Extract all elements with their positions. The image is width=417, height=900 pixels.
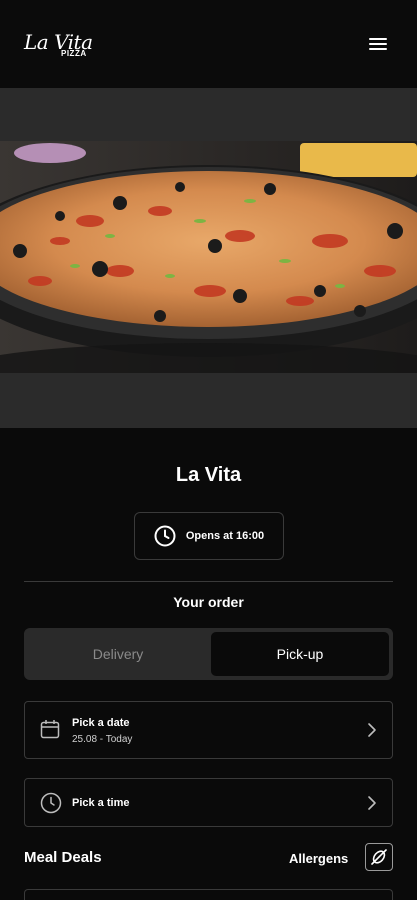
pick-date-label: Pick a date (72, 717, 130, 729)
section-divider (24, 581, 393, 582)
your-order-heading: Your order (173, 594, 244, 610)
calendar-icon (40, 720, 60, 739)
pick-date-value: 25.08 - Today (72, 734, 133, 745)
chevron-right-icon (368, 796, 376, 810)
pick-time-button[interactable]: Pick a time (24, 778, 393, 827)
opening-hours-badge[interactable]: Opens at 16:00 (134, 512, 284, 560)
hero-banner (0, 88, 417, 428)
pick-time-label: Pick a time (72, 797, 130, 809)
pick-date-button[interactable]: Pick a date 25.08 - Today (24, 701, 393, 759)
clock-icon (40, 792, 62, 814)
pizza-photo (0, 141, 417, 373)
la-vita-logo[interactable]: La Vita PIZZA (24, 30, 104, 62)
menu-line (369, 48, 387, 50)
menu-line (369, 38, 387, 40)
logo-sub-text: PIZZA (61, 49, 87, 58)
no-allergens-icon (371, 849, 387, 865)
order-mode-toggle: Delivery Pick-up (24, 628, 393, 680)
allergens-label: Allergens (289, 851, 349, 866)
delivery-option[interactable]: Delivery (28, 632, 208, 676)
clock-icon (154, 525, 176, 547)
opening-hours-text: Opens at 16:00 (185, 530, 265, 542)
chevron-right-icon (368, 723, 376, 737)
app-header: La Vita PIZZA (0, 0, 417, 88)
restaurant-panel: La Vita Opens at 16:00 Your order Delive… (0, 428, 417, 900)
restaurant-name: La Vita (175, 464, 242, 486)
menu-line (369, 43, 387, 45)
meal-deals-heading: Meal Deals (24, 849, 102, 866)
hamburger-menu-icon[interactable] (369, 38, 387, 52)
allergens-button[interactable] (365, 843, 393, 871)
meal-deal-card[interactable] (24, 889, 393, 900)
pickup-option[interactable]: Pick-up (211, 632, 389, 676)
